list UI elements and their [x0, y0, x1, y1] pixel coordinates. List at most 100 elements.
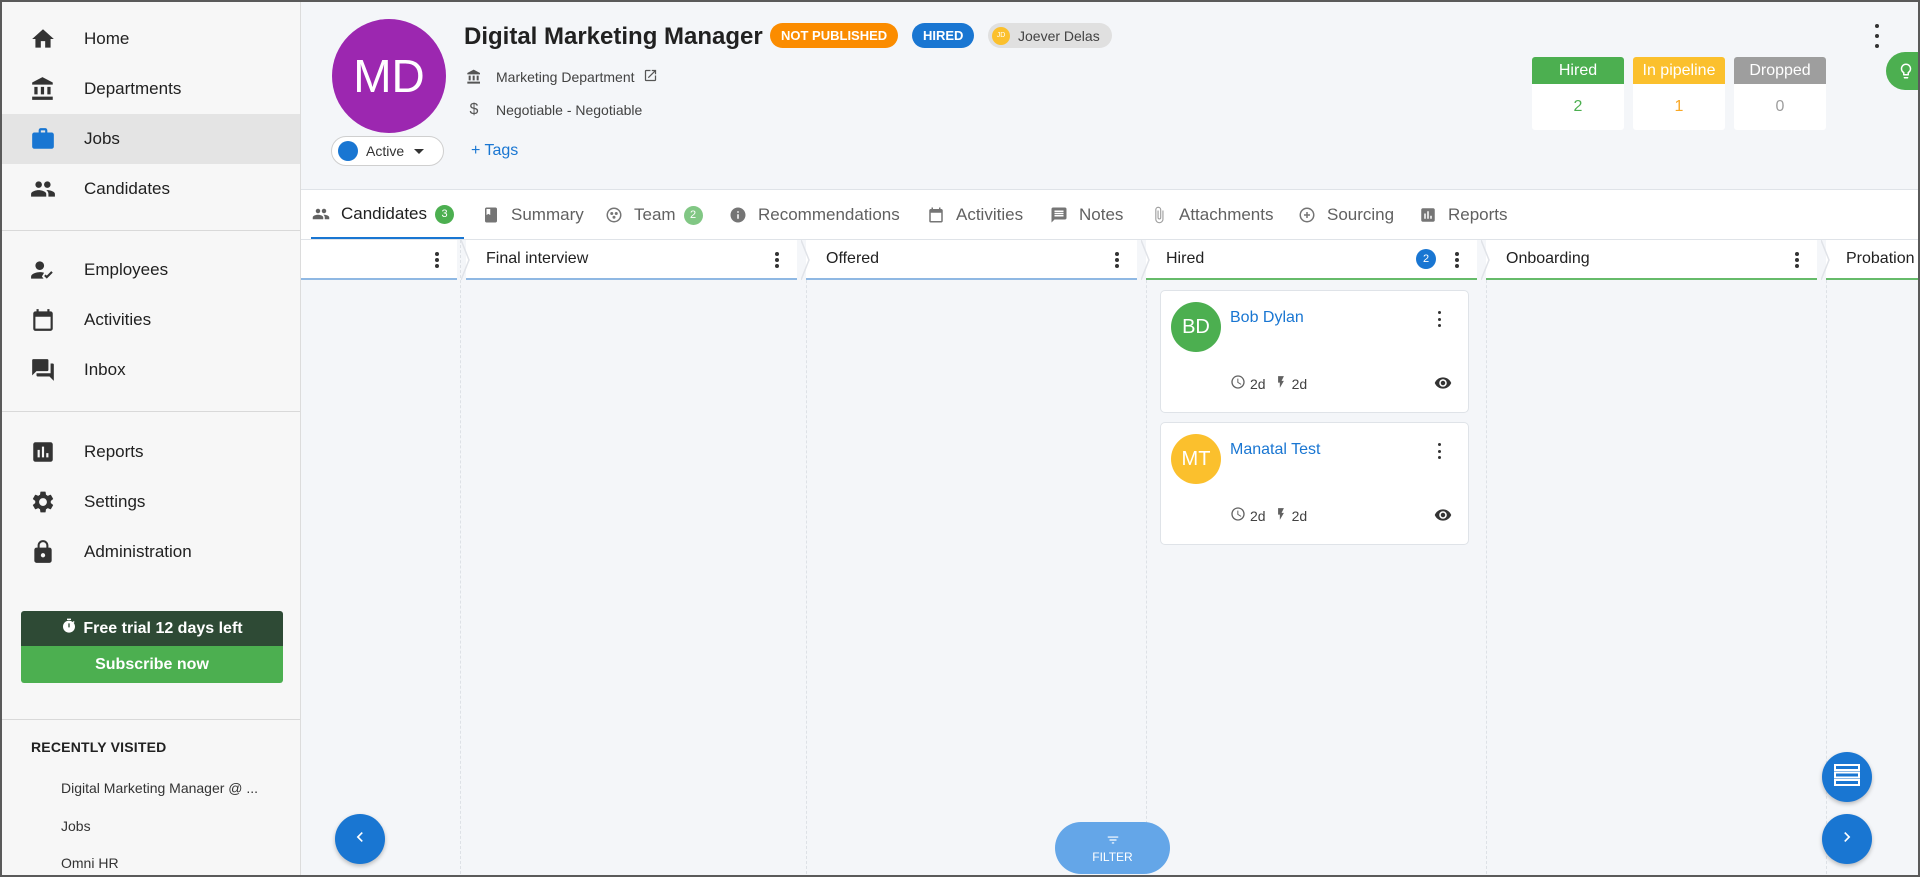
tab-summary[interactable]: Summary: [481, 191, 584, 239]
department-row: Marketing Department: [464, 68, 658, 86]
pipeline-column-hired: Hired 2 BD Bob Dylan 2d 2d MT Manatal Te…: [1146, 240, 1487, 875]
tab-candidates[interactable]: Candidates 3: [311, 191, 465, 239]
column-title: Final interview: [486, 250, 589, 267]
tab-recommendations[interactable]: Recommendations: [728, 191, 900, 239]
nav-employees[interactable]: Employees: [2, 245, 300, 295]
card-meta: 2d 2d: [1230, 374, 1307, 393]
nav-home[interactable]: Home: [2, 14, 300, 64]
stage-chevron: [1821, 240, 1830, 280]
nav-candidates[interactable]: Candidates: [2, 164, 300, 214]
last-activity: 2d: [1291, 507, 1308, 524]
card-menu-kebab-icon[interactable]: [1434, 311, 1444, 327]
column-menu-kebab-icon[interactable]: [1789, 250, 1805, 270]
people-icon: [311, 205, 331, 223]
clock-icon: [1230, 506, 1246, 525]
stat-label: In pipeline: [1633, 57, 1725, 84]
subscribe-button[interactable]: Subscribe now: [21, 646, 283, 683]
tab-reports[interactable]: Reports: [1418, 191, 1508, 239]
stat-label: Dropped: [1734, 57, 1826, 84]
nav-administration[interactable]: Administration: [2, 527, 300, 577]
candidate-name-link[interactable]: Manatal Test: [1230, 441, 1320, 459]
column-title: Onboarding: [1506, 250, 1590, 267]
nav-label: Departments: [84, 79, 182, 98]
person-check-icon: [28, 255, 58, 285]
scroll-right-button[interactable]: [1822, 814, 1872, 864]
candidate-name-link[interactable]: Bob Dylan: [1230, 309, 1304, 327]
nav-label: Reports: [84, 442, 144, 461]
candidate-card[interactable]: MT Manatal Test 2d 2d: [1160, 422, 1469, 545]
tab-label: Summary: [511, 205, 584, 224]
tab-label: Recommendations: [758, 205, 900, 224]
book-icon: [481, 206, 501, 224]
recent-item[interactable]: Digital Marketing Manager @ ...: [61, 780, 258, 796]
lightbulb-icon[interactable]: [1886, 52, 1918, 90]
recent-item[interactable]: Jobs: [61, 818, 91, 834]
job-tabs: Candidates 3 Summary Team 2 Recommendati…: [301, 191, 1918, 240]
candidate-avatar: BD: [1171, 302, 1221, 352]
pipeline-column: [301, 240, 461, 875]
card-menu-kebab-icon[interactable]: [1434, 443, 1444, 459]
column-count-badge: 2: [1416, 249, 1436, 269]
nav-label: Settings: [84, 492, 146, 511]
tab-attachments[interactable]: Attachments: [1149, 191, 1274, 239]
eye-icon[interactable]: [1434, 506, 1452, 529]
recent-item[interactable]: Omni HR: [61, 855, 119, 871]
scroll-left-button[interactable]: [335, 814, 385, 864]
add-tags-button[interactable]: + Tags: [471, 142, 518, 160]
view-toggle-button[interactable]: [1822, 752, 1872, 802]
column-title: Offered: [826, 250, 880, 267]
chevron-left-icon: [350, 827, 370, 852]
job-avatar: MD: [332, 19, 446, 133]
hired-badge: HIRED: [912, 23, 975, 48]
column-menu-kebab-icon[interactable]: [769, 250, 785, 270]
stage-chevron: [1141, 240, 1150, 280]
note-icon: [1049, 206, 1069, 224]
tab-team[interactable]: Team 2: [604, 191, 703, 239]
status-label: Active: [366, 143, 405, 159]
nav-jobs[interactable]: Jobs: [2, 114, 300, 164]
tab-sourcing[interactable]: Sourcing: [1297, 191, 1394, 239]
column-menu-kebab-icon[interactable]: [1109, 250, 1125, 270]
last-activity: 2d: [1291, 375, 1308, 392]
nav-label: Administration: [84, 542, 192, 561]
job-status-dropdown[interactable]: Active: [331, 136, 444, 166]
lock-icon: [28, 537, 58, 567]
candidate-card[interactable]: BD Bob Dylan 2d 2d: [1160, 290, 1469, 413]
stat-in-pipeline[interactable]: In pipeline 1: [1633, 57, 1725, 130]
gear-icon: [28, 487, 58, 517]
nav-departments[interactable]: Departments: [2, 64, 300, 114]
paperclip-icon: [1149, 206, 1169, 224]
column-menu-kebab-icon[interactable]: [1449, 250, 1465, 270]
home-icon: [28, 24, 58, 54]
stat-dropped[interactable]: Dropped 0: [1734, 57, 1826, 130]
eye-icon[interactable]: [1434, 374, 1452, 397]
nav-activities[interactable]: Activities: [2, 295, 300, 345]
filter-button[interactable]: FILTER: [1055, 822, 1170, 874]
department-link[interactable]: Marketing Department: [496, 69, 635, 85]
not-published-badge: NOT PUBLISHED: [770, 23, 899, 48]
external-link-icon[interactable]: [643, 68, 658, 86]
column-menu-kebab-icon[interactable]: [429, 250, 445, 270]
team-icon: [604, 206, 624, 224]
nav-reports[interactable]: Reports: [2, 427, 300, 477]
job-title: Digital Marketing Manager: [464, 23, 763, 50]
tab-notes[interactable]: Notes: [1049, 191, 1123, 239]
tab-count-badge: 2: [683, 205, 703, 225]
app-window: Home Departments Jobs Candidates Employe…: [0, 0, 1920, 877]
owner-chip[interactable]: JD Joever Delas: [988, 23, 1112, 48]
nav-settings[interactable]: Settings: [2, 477, 300, 527]
caret-down-icon: [414, 148, 425, 154]
nav-inbox[interactable]: Inbox: [2, 345, 300, 395]
pipeline-column: Onboarding: [1486, 240, 1827, 875]
bank-icon: [464, 69, 484, 85]
tab-count-badge: 3: [435, 204, 455, 224]
pipeline-column: Offered: [806, 240, 1147, 875]
clock-icon: [1230, 374, 1246, 393]
tab-activities[interactable]: Activities: [926, 191, 1023, 239]
job-menu-kebab-icon[interactable]: [1867, 24, 1887, 48]
stat-value: 0: [1775, 98, 1785, 115]
stat-hired[interactable]: Hired 2: [1532, 57, 1624, 130]
filter-label: FILTER: [1092, 849, 1133, 864]
salary-text: Negotiable - Negotiable: [496, 102, 643, 118]
people-icon: [28, 174, 58, 204]
